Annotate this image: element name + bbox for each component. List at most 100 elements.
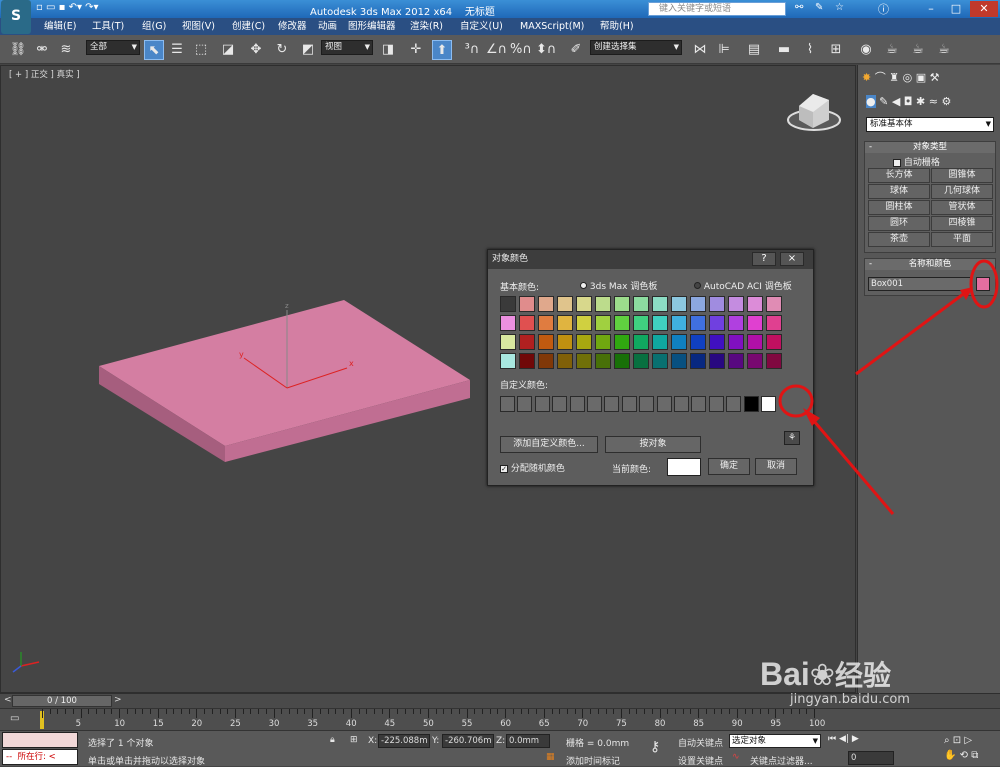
palette-swatch[interactable] bbox=[671, 334, 687, 350]
palette-swatch[interactable] bbox=[690, 334, 706, 350]
sphere-button[interactable]: 球体 bbox=[868, 184, 930, 199]
palette-swatch[interactable] bbox=[538, 296, 554, 312]
palette-swatch[interactable] bbox=[500, 334, 516, 350]
custom-color-swatch[interactable] bbox=[743, 396, 759, 412]
percent-snap-icon[interactable]: %∩ bbox=[510, 40, 532, 60]
pink-box[interactable] bbox=[99, 300, 470, 462]
key-mode-icon[interactable]: ⚷ bbox=[650, 739, 660, 755]
palette-swatch[interactable] bbox=[690, 296, 706, 312]
time-slider-thumb[interactable]: 0 / 100 bbox=[12, 695, 112, 707]
absolute-mode-icon[interactable]: ⊞ bbox=[350, 735, 358, 745]
add-time-tag[interactable]: 添加时间标记 bbox=[566, 754, 620, 767]
maxscript-listener[interactable] bbox=[2, 732, 78, 748]
track-bar[interactable]: ▭ 5 10 15 20 25 30 35 40 45 50 55 60 65 70 75 80 85 90 95 1… bbox=[0, 708, 1000, 730]
palette-swatch[interactable] bbox=[747, 315, 763, 331]
autogrid-checkbox[interactable]: 自动栅格 bbox=[893, 155, 940, 168]
palette-swatch[interactable] bbox=[557, 296, 573, 312]
move-icon[interactable]: ✥ bbox=[246, 40, 266, 60]
palette-swatch[interactable] bbox=[576, 315, 592, 331]
palette-swatch[interactable] bbox=[614, 296, 630, 312]
palette-swatch[interactable] bbox=[766, 315, 782, 331]
palette-swatch[interactable] bbox=[671, 353, 687, 369]
palette-swatch[interactable] bbox=[500, 353, 516, 369]
palette-swatch[interactable] bbox=[690, 353, 706, 369]
key-filters-icon[interactable]: ∿ bbox=[732, 752, 740, 762]
select-object-icon[interactable]: ⬉ bbox=[144, 40, 164, 60]
cylinder-button[interactable]: 圆柱体 bbox=[868, 200, 930, 215]
pivot-center-icon[interactable]: ◨ bbox=[378, 40, 398, 60]
set-key-button[interactable]: 设置关键点 bbox=[678, 754, 723, 767]
auto-key-button[interactable]: 自动关键点 bbox=[678, 736, 723, 749]
palette-swatch[interactable] bbox=[652, 353, 668, 369]
x-coordinate-field[interactable]: -225.088m bbox=[378, 734, 430, 748]
cameras-icon[interactable]: ◘ bbox=[904, 95, 913, 108]
palette-swatch[interactable] bbox=[747, 334, 763, 350]
object-type-header[interactable]: - 对象类型 bbox=[865, 142, 995, 153]
palette-swatch[interactable] bbox=[728, 334, 744, 350]
menu-customize[interactable]: 自定义(U) bbox=[460, 19, 503, 34]
layer-manager-icon[interactable]: ▤ bbox=[744, 40, 764, 60]
display-tab-icon[interactable]: ▣ bbox=[916, 71, 926, 84]
pyramid-button[interactable]: 四棱锥 bbox=[931, 216, 993, 231]
custom-color-swatch[interactable] bbox=[587, 396, 602, 412]
z-coordinate-field[interactable]: 0.0mm bbox=[506, 734, 550, 748]
named-selection-set-select[interactable]: 创建选择集 ▼ bbox=[590, 40, 682, 55]
menu-group[interactable]: 组(G) bbox=[142, 19, 166, 34]
palette-swatch[interactable] bbox=[671, 315, 687, 331]
palette-swatch[interactable] bbox=[614, 334, 630, 350]
search-input[interactable]: 键入关键字或短语 bbox=[648, 2, 786, 16]
angle-snap-icon[interactable]: ∠∩ bbox=[486, 40, 507, 60]
align-icon[interactable]: ⊫ bbox=[714, 40, 734, 60]
custom-color-swatch[interactable] bbox=[674, 396, 689, 412]
key-selection-select[interactable]: 选定对象 ▼ bbox=[729, 734, 821, 748]
menu-tools[interactable]: 工具(T) bbox=[92, 19, 124, 34]
dropper-icon[interactable]: ⚘ bbox=[784, 431, 800, 445]
custom-color-swatch[interactable] bbox=[639, 396, 655, 412]
current-color-swatch[interactable] bbox=[667, 458, 701, 476]
open-file-icon[interactable]: ▭ bbox=[46, 2, 55, 13]
palette-swatch[interactable] bbox=[538, 334, 554, 350]
dialog-help-button[interactable]: ? bbox=[752, 252, 776, 266]
palette-swatch[interactable] bbox=[519, 353, 535, 369]
palette-swatch[interactable] bbox=[595, 296, 611, 312]
close-button[interactable]: ✕ bbox=[970, 1, 998, 17]
max-palette-radio[interactable]: 3ds Max 调色板 bbox=[580, 279, 657, 292]
shapes-icon[interactable]: ✎ bbox=[879, 95, 888, 108]
menu-animation[interactable]: 动画 bbox=[318, 19, 337, 34]
zoom-extents-icon[interactable]: ⊡ bbox=[953, 735, 961, 746]
y-coordinate-field[interactable]: -260.706m bbox=[442, 734, 494, 748]
play-icon[interactable]: ▶ bbox=[852, 734, 859, 744]
palette-swatch[interactable] bbox=[633, 296, 649, 312]
palette-swatch[interactable] bbox=[538, 315, 554, 331]
palette-swatch[interactable] bbox=[709, 296, 725, 312]
menu-maxscript[interactable]: MAXScript(M) bbox=[520, 19, 584, 34]
geometry-icon[interactable]: ● bbox=[866, 95, 876, 108]
time-prev-arrow[interactable]: < bbox=[4, 695, 12, 705]
palette-swatch[interactable] bbox=[557, 315, 573, 331]
redo-icon[interactable]: ↷▾ bbox=[85, 2, 98, 13]
palette-swatch[interactable] bbox=[766, 334, 782, 350]
unlink-icon[interactable]: ⚮ bbox=[32, 40, 52, 60]
create-tab-icon[interactable]: ✸ bbox=[862, 71, 871, 84]
menu-create[interactable]: 创建(C) bbox=[232, 19, 265, 34]
palette-swatch[interactable] bbox=[500, 315, 516, 331]
help-icon[interactable]: ⓘ bbox=[878, 1, 889, 17]
palette-swatch[interactable] bbox=[690, 315, 706, 331]
palette-swatch[interactable] bbox=[709, 315, 725, 331]
edit-named-selection-icon[interactable]: ✐ bbox=[566, 40, 586, 60]
scale-icon[interactable]: ◩ bbox=[298, 40, 318, 60]
dialog-close-button[interactable]: × bbox=[780, 252, 804, 266]
keyboard-shortcut-icon[interactable]: ⬆ bbox=[432, 40, 452, 60]
modify-tab-icon[interactable]: ⌒ bbox=[875, 71, 886, 84]
palette-swatch[interactable] bbox=[519, 315, 535, 331]
prev-frame-icon[interactable]: ◀| bbox=[839, 734, 849, 744]
palette-swatch[interactable] bbox=[538, 353, 554, 369]
save-icon[interactable]: ▪ bbox=[59, 2, 66, 13]
palette-swatch[interactable] bbox=[576, 334, 592, 350]
render-frame-icon[interactable]: ☕ bbox=[908, 40, 928, 60]
custom-color-swatch[interactable] bbox=[708, 396, 724, 412]
menu-modifiers[interactable]: 修改器 bbox=[278, 19, 307, 34]
curve-editor-icon[interactable]: ⌇ bbox=[800, 40, 820, 60]
rect-selection-icon[interactable]: ⬚ bbox=[191, 40, 211, 60]
palette-swatch[interactable] bbox=[671, 296, 687, 312]
